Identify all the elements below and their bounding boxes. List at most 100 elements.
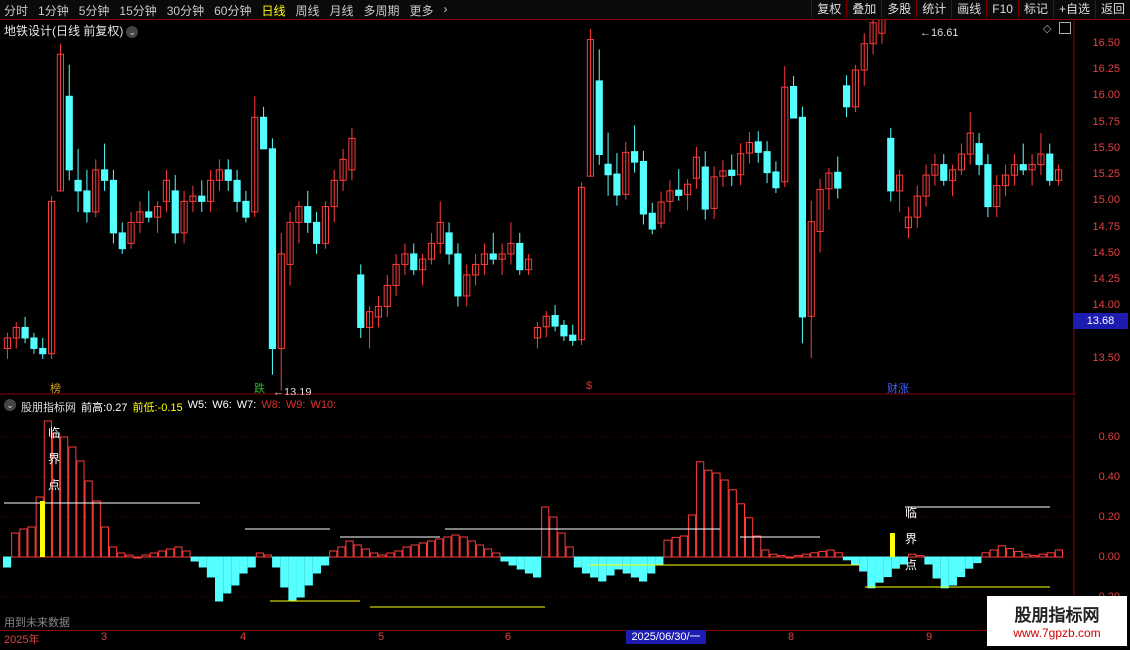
- indicator-bar: [206, 556, 216, 578]
- toolbar-button-7[interactable]: +自选: [1052, 0, 1095, 18]
- indicator-bar: [663, 539, 672, 558]
- toolbar-button-1[interactable]: 叠加: [846, 0, 881, 18]
- period-tab-6[interactable]: 日线: [261, 2, 285, 19]
- indicator-bar: [337, 546, 346, 558]
- period-tab-1[interactable]: 1分钟: [38, 2, 69, 19]
- indicator-bar: [11, 532, 20, 558]
- price-tick-label: 14.50: [1092, 246, 1120, 259]
- indicator-bar: [353, 544, 362, 558]
- indicator-bar: [859, 556, 868, 572]
- indicator-bar: [92, 500, 101, 558]
- indicator-field-label: 前高:: [81, 402, 107, 414]
- indicator-bar: [932, 556, 941, 579]
- period-tab-7[interactable]: 周线: [295, 2, 319, 19]
- indicator-bar: [1046, 552, 1055, 558]
- indicator-bar: [369, 552, 379, 558]
- indicator-bar: [981, 552, 990, 558]
- period-tab-9[interactable]: 多周期: [364, 2, 400, 19]
- price-tick-label: 14.25: [1092, 273, 1120, 286]
- chevron-right-icon[interactable]: ›: [444, 2, 448, 19]
- candle-body: [83, 190, 91, 213]
- toolbar-button-2[interactable]: 多股: [881, 0, 916, 18]
- indicator-bar: [190, 556, 199, 562]
- price-axis: 16.50 16.25 16.00 15.75 15.50 15.25 15.00 14.75…: [1075, 20, 1130, 395]
- indicator-bar: [149, 552, 158, 558]
- candle-body: [569, 334, 577, 341]
- event-tag-dollar[interactable]: $: [585, 380, 593, 392]
- indicator-bar: [948, 556, 957, 586]
- indicator-bar: [304, 556, 313, 586]
- candle-body: [454, 253, 462, 297]
- period-tab-0[interactable]: 分时: [4, 2, 28, 19]
- indicator-chart[interactable]: 临界点临界点: [0, 397, 1075, 629]
- indicator-bar: [606, 556, 615, 576]
- period-tab-3[interactable]: 15分钟: [119, 2, 156, 19]
- low-marker-label: ←13.19: [273, 387, 312, 395]
- indicator-bar: [19, 528, 28, 558]
- indicator-bar: [630, 556, 639, 578]
- candle-body: [728, 169, 736, 176]
- marker-char: 点: [48, 478, 60, 492]
- indicator-bar: [720, 479, 729, 558]
- indicator-bar: [590, 556, 599, 578]
- candle-body: [259, 116, 268, 150]
- indicator-bar: [157, 550, 167, 558]
- indicator-tick-label: 0.60: [1098, 431, 1120, 443]
- indicator-bar: [484, 548, 493, 558]
- indicator-bar: [997, 545, 1006, 558]
- toolbar-button-6[interactable]: 标记: [1017, 0, 1053, 18]
- candle-body: [551, 315, 559, 327]
- watermark-title: 股朋指标网: [1014, 606, 1100, 625]
- indicator-bar: [1030, 555, 1039, 558]
- indicator-name[interactable]: 股朋指标网: [21, 399, 76, 415]
- indicator-bar: [475, 544, 485, 558]
- indicator-field: W7:: [237, 399, 257, 415]
- indicator-bar: [916, 555, 925, 558]
- toolbar-button-5[interactable]: F10: [986, 0, 1018, 18]
- diamond-icon[interactable]: ◇: [1043, 22, 1051, 35]
- current-price-label: 13.68: [1073, 313, 1128, 329]
- toolbar-button-3[interactable]: 统计: [916, 0, 951, 18]
- candlestick-chart[interactable]: ←16.61 ←13.19: [0, 20, 1075, 395]
- indicator-bar: [818, 550, 827, 558]
- toolbar-button-0[interactable]: 复权: [811, 0, 846, 18]
- period-tab-2[interactable]: 5分钟: [79, 2, 110, 19]
- chevron-down-icon[interactable]: ⌄: [126, 25, 139, 38]
- chevron-down-icon[interactable]: ⌄: [4, 399, 16, 411]
- indicator-bar: [263, 554, 273, 558]
- indicator-bar: [785, 556, 794, 559]
- indicator-field-label: 前低:: [132, 402, 158, 414]
- indicator-bar: [492, 552, 501, 558]
- layout-icon[interactable]: [1059, 22, 1071, 34]
- indicator-bar: [312, 556, 322, 574]
- indicator-bar: [174, 546, 183, 558]
- period-tab-4[interactable]: 30分钟: [167, 2, 204, 19]
- period-tab-8[interactable]: 月线: [330, 2, 354, 19]
- date-tick-label: 5: [378, 631, 385, 643]
- event-tag-bang[interactable]: 榜: [49, 380, 62, 396]
- indicator-bar: [565, 546, 574, 558]
- price-tick-label: 15.50: [1092, 141, 1120, 154]
- period-tab-10[interactable]: 更多: [410, 2, 434, 19]
- indicator-bar: [451, 534, 460, 558]
- indicator-bar: [696, 461, 705, 558]
- candle-body: [887, 137, 895, 192]
- indicator-bar: [182, 550, 191, 558]
- candle-body: [648, 212, 656, 230]
- indicator-bar: [671, 536, 680, 558]
- indicator-bar: [712, 472, 721, 558]
- candle-body: [65, 95, 73, 171]
- toolbar-button-4[interactable]: 画线: [951, 0, 986, 18]
- stock-title: 地铁设计(日线 前复权): [4, 24, 124, 38]
- marker-char: 界: [48, 452, 60, 466]
- indicator-field-value: 0.27: [106, 402, 128, 414]
- indicator-field: 前高:0.27: [81, 399, 127, 415]
- indicator-bar: [378, 554, 387, 558]
- period-tab-5[interactable]: 60分钟: [214, 2, 251, 19]
- event-tag-caizhang[interactable]: 财涨: [886, 380, 910, 396]
- chart-title[interactable]: 地铁设计(日线 前复权) ⌄: [4, 22, 139, 39]
- indicator-bar: [459, 536, 468, 558]
- indicator-bar: [924, 556, 933, 565]
- toolbar-button-8[interactable]: 返回: [1094, 0, 1130, 18]
- event-tag-die[interactable]: 跌: [253, 380, 266, 396]
